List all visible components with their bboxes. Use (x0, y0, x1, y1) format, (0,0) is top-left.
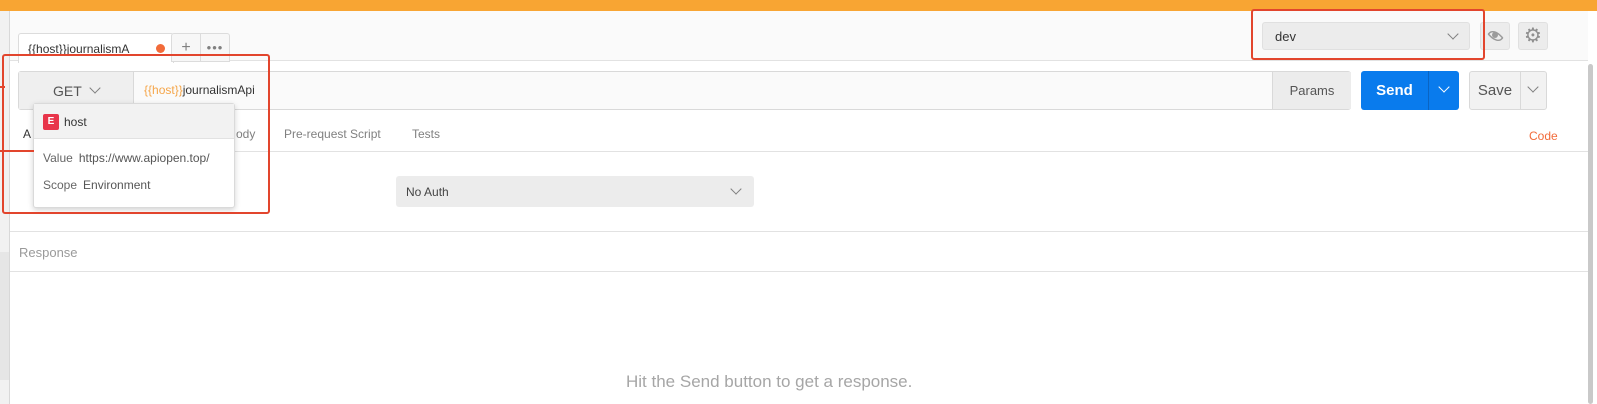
save-label: Save (1477, 82, 1513, 99)
tab-tests[interactable]: Tests (412, 127, 440, 141)
highlight-stub (0, 86, 5, 88)
gear-icon: ⚙ (1524, 25, 1542, 47)
chevron-down-icon (730, 183, 742, 195)
send-label: Send (1376, 82, 1413, 99)
response-header: Response (10, 231, 1588, 272)
send-button[interactable]: Send (1361, 71, 1459, 110)
params-button[interactable]: Params (1272, 72, 1351, 109)
auth-type-select[interactable]: No Auth (396, 176, 754, 207)
code-link[interactable]: Code (1529, 129, 1558, 143)
send-options-button[interactable] (1428, 71, 1459, 110)
save-options-button[interactable] (1520, 72, 1546, 109)
tab-pre-request-script[interactable]: Pre-request Script (284, 127, 381, 141)
chevron-down-icon (1527, 81, 1539, 93)
eye-pupil-icon (1492, 32, 1498, 38)
highlight-box-left (2, 54, 270, 214)
unsaved-dot-icon (156, 44, 165, 53)
chevron-down-icon (1438, 81, 1450, 93)
response-empty-hint: Hit the Send button to get a response. (626, 372, 913, 391)
response-label: Response (19, 245, 78, 260)
postman-window: { "colors": {"accent": "#f26b3a", "send"… (0, 0, 1597, 404)
manage-environments-button[interactable]: ⚙ (1518, 22, 1548, 50)
save-button[interactable]: Save (1469, 71, 1547, 110)
auth-type-value: No Auth (406, 185, 449, 199)
scrollbar[interactable] (1588, 64, 1593, 404)
highlight-stub (0, 150, 34, 152)
sidebar-segment (0, 252, 9, 380)
highlight-box-right (1251, 9, 1485, 60)
